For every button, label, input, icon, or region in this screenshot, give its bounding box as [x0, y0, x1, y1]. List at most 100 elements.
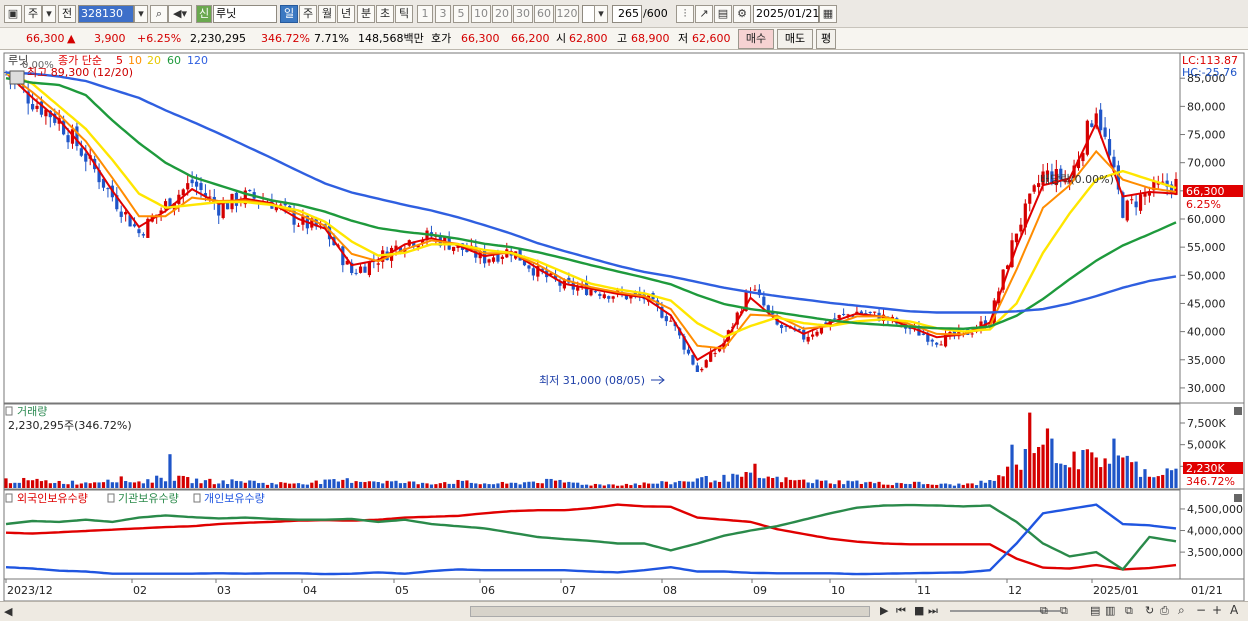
interval-3[interactable]: 3: [435, 5, 451, 23]
market-tab[interactable]: 주: [24, 5, 42, 23]
refresh-icon[interactable]: ↻: [1145, 604, 1154, 617]
volume-bar: [584, 484, 589, 488]
high-price: 68,900: [631, 32, 670, 45]
volume-bar: [571, 482, 575, 488]
market-dropdown-icon[interactable]: ▾: [42, 5, 56, 23]
candle-body: [1130, 199, 1134, 201]
period-minute[interactable]: 분: [357, 5, 375, 23]
volume-bar: [935, 484, 939, 488]
new-badge: 신: [196, 5, 212, 23]
eval-button[interactable]: 평: [816, 29, 836, 49]
stock-code-input[interactable]: 328130: [78, 5, 134, 23]
stock-name-field[interactable]: 루닛: [213, 5, 277, 23]
volume-close-icon[interactable]: [1234, 407, 1242, 415]
interval-60[interactable]: 60: [534, 5, 554, 23]
volume-bar: [385, 480, 389, 488]
zoom-out-icon[interactable]: −: [1196, 603, 1206, 617]
volume-bar: [62, 483, 66, 488]
calendar-icon[interactable]: ▦: [819, 5, 837, 23]
volume-bar: [726, 481, 730, 488]
search-zoom-icon[interactable]: ⌕: [1178, 603, 1185, 618]
x-tick-label: 03: [217, 584, 231, 597]
volume-bar: [70, 480, 75, 488]
interval-20[interactable]: 20: [492, 5, 512, 23]
period-week[interactable]: 주: [299, 5, 317, 23]
volume-bar: [403, 483, 407, 488]
volume-bar: [150, 482, 154, 488]
scroll-thumb[interactable]: [470, 606, 870, 617]
period-day[interactable]: 일: [280, 5, 298, 23]
interval-1[interactable]: 1: [417, 5, 433, 23]
volume-bar: [155, 475, 159, 488]
interval-120[interactable]: 120: [555, 5, 579, 23]
volume-bar: [1099, 467, 1103, 488]
volume-bar: [731, 473, 735, 488]
indicator-icon[interactable]: ↗: [695, 5, 713, 23]
chart-scrollbar[interactable]: ◀ ▶ ⏮ ■ ⏭ ⧉ ⧉ ▤ ▥ ⧉ ↻ ⎙ ⌕ − + A: [0, 601, 1248, 621]
volume-bar: [775, 476, 779, 488]
print-icon[interactable]: ⎙: [1160, 604, 1169, 618]
sell-button[interactable]: 매도: [777, 29, 813, 49]
window-tile-icon[interactable]: ⧉: [1040, 604, 1048, 618]
volume-bar: [908, 484, 912, 488]
scroll-left-icon[interactable]: ◀: [4, 605, 12, 618]
volume-bar: [948, 484, 952, 488]
candle-body: [106, 188, 110, 190]
copy-icon[interactable]: ⧉: [1125, 604, 1133, 618]
volume-bar: [13, 482, 17, 488]
count-total: /600: [643, 7, 668, 20]
window-tile-icon[interactable]: ⧉: [1060, 604, 1068, 618]
volume-bar: [824, 480, 828, 488]
window-icon[interactable]: ▣: [4, 5, 22, 23]
volume-bar: [310, 482, 314, 488]
layout-icon[interactable]: ▥: [1105, 604, 1115, 617]
candle-body: [1019, 224, 1023, 232]
interval-30[interactable]: 30: [513, 5, 533, 23]
volume-bar: [199, 483, 203, 488]
volume-bar: [420, 482, 425, 488]
volume-bar: [1134, 461, 1138, 488]
volume-bar: [983, 482, 988, 488]
volume-bar: [456, 479, 460, 488]
speaker-icon[interactable]: ◀▾: [168, 5, 192, 23]
date-input[interactable]: 2025/01/21: [753, 5, 819, 23]
chart-svg[interactable]: 85,00080,00075,00070,00065,00060,00055,0…: [0, 50, 1248, 602]
layout-icon[interactable]: ▤: [1090, 604, 1100, 617]
volume-bar: [1112, 438, 1116, 488]
chart-settings-icon[interactable]: [9, 70, 25, 85]
period-second[interactable]: 초: [376, 5, 394, 23]
candle-body: [691, 355, 695, 365]
buy-button[interactable]: 매수: [738, 29, 774, 49]
toolbar: ▣ 주 ▾ 전 328130 ▾ ⌕ ◀▾ 신 루닛 일 주 월 년 분 초 틱…: [0, 0, 1248, 28]
save-icon[interactable]: ▤: [714, 5, 732, 23]
volume-bar: [194, 478, 199, 488]
interval-dropdown-icon[interactable]: ▾: [594, 5, 608, 23]
prev-button[interactable]: 전: [58, 5, 76, 23]
volume-bar: [350, 482, 354, 488]
candle-body: [695, 365, 699, 372]
volume-bar: [890, 485, 894, 488]
period-tick[interactable]: 틱: [395, 5, 413, 23]
x-tick-label: 05: [395, 584, 409, 597]
first-page-icon[interactable]: ⏮: [896, 604, 906, 618]
volume-bar: [899, 483, 903, 488]
volume-bar: [961, 484, 965, 488]
candle-body: [842, 313, 846, 315]
interval-5[interactable]: 5: [453, 5, 469, 23]
period-year[interactable]: 년: [337, 5, 355, 23]
chart-area[interactable]: 85,00080,00075,00070,00065,00060,00055,0…: [0, 50, 1248, 621]
zoom-in-icon[interactable]: +: [1212, 603, 1222, 617]
candle-icon[interactable]: ⫶: [676, 5, 694, 23]
code-dropdown-icon[interactable]: ▾: [134, 5, 148, 23]
volume-bar: [766, 476, 770, 488]
count-input[interactable]: 265: [612, 5, 642, 23]
period-month[interactable]: 월: [318, 5, 336, 23]
search-icon[interactable]: ⌕: [150, 5, 168, 23]
auto-scale-icon[interactable]: A: [1230, 603, 1238, 617]
stop-icon[interactable]: ■: [914, 604, 924, 617]
scroll-right-icon[interactable]: ▶: [880, 604, 888, 617]
last-page-icon[interactable]: ⏭: [928, 604, 938, 618]
interval-10[interactable]: 10: [471, 5, 491, 23]
gear-icon[interactable]: ⚙: [733, 5, 751, 23]
holdings-close-icon[interactable]: [1234, 494, 1242, 502]
